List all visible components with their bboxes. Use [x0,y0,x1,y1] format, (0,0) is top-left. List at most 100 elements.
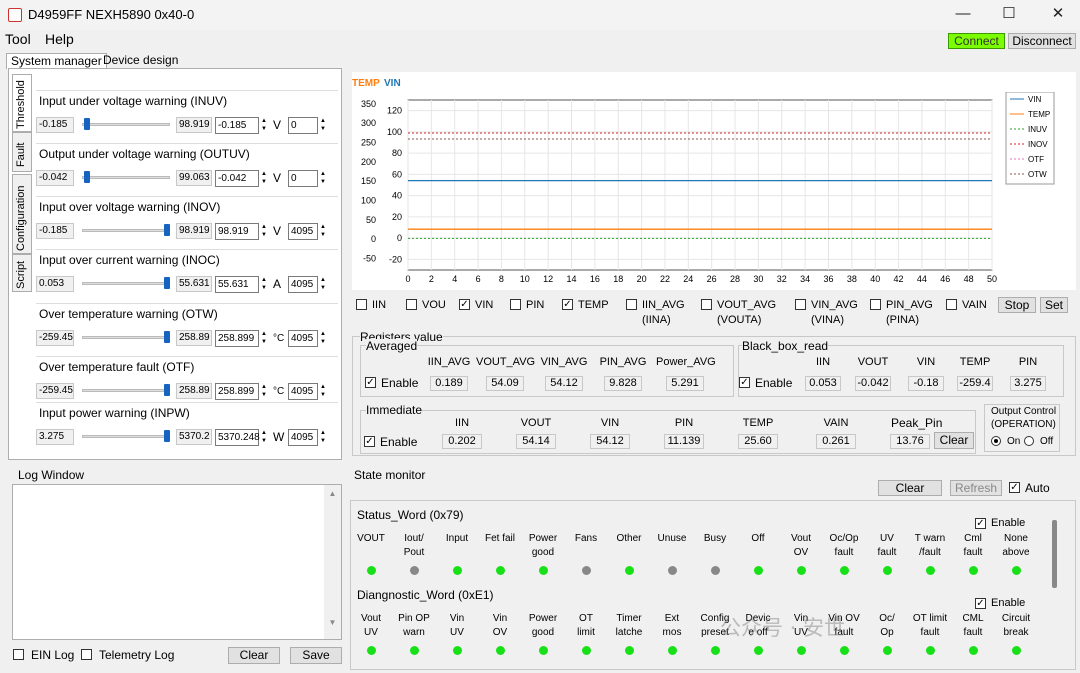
threshold-slider-thumb[interactable] [164,331,171,343]
threshold-raw-spinner[interactable]: ▲ ▼ [318,170,328,187]
vtab-threshold[interactable]: Threshold [12,74,32,132]
threshold-value-spinner[interactable]: ▲ ▼ [259,429,269,446]
auto-checkbox[interactable]: ✓ [1009,482,1020,493]
vtab-fault[interactable]: Fault [12,132,32,172]
chart-stop-button[interactable]: Stop [998,297,1036,313]
disconnect-button[interactable]: Disconnect [1008,33,1076,49]
immediate-value: 54.14 [516,434,556,449]
log-scrollbar[interactable]: ▲ ▼ [324,485,341,639]
close-button[interactable]: ✕ [1043,4,1073,26]
threshold-value-input[interactable]: 258.899 [215,383,259,400]
threshold-raw-input[interactable]: 4095 [288,223,318,240]
threshold-slider-track[interactable] [82,123,170,126]
tab-system-manager[interactable]: System manager [6,53,107,69]
threshold-raw-spinner[interactable]: ▲ ▼ [318,117,328,134]
state-refresh-button[interactable]: Refresh [950,480,1002,496]
threshold-raw-input[interactable]: 4095 [288,330,318,347]
chart-checkbox[interactable] [701,299,712,310]
threshold-slider-thumb[interactable] [164,277,171,289]
threshold-raw-spinner[interactable]: ▲ ▼ [318,429,328,446]
chart-checkbox[interactable] [795,299,806,310]
diag-enable-checkbox[interactable]: ✓ [975,598,986,609]
threshold-value-spinner[interactable]: ▲ ▼ [259,170,269,187]
threshold-slider-track[interactable] [82,435,170,438]
threshold-slider-thumb[interactable] [83,171,90,183]
chart-checkbox[interactable] [406,299,417,310]
threshold-raw-input[interactable]: 0 [288,170,318,187]
threshold-slider-thumb[interactable] [164,224,171,236]
tab-device-design[interactable]: Device design [99,53,182,69]
vtab-configuration[interactable]: Configuration [12,174,32,254]
telemetry-log-checkbox[interactable] [81,649,92,660]
threshold-slider-track[interactable] [82,229,170,232]
output-off-radio[interactable] [1024,436,1034,446]
threshold-value-input[interactable]: 98.919 [215,223,259,240]
minimize-button[interactable]: — [948,4,978,26]
threshold-raw-spinner[interactable]: ▲ ▼ [318,383,328,400]
threshold-raw-input[interactable]: 4095 [288,383,318,400]
legend-label: OTF [1028,155,1044,164]
maximize-button[interactable]: ☐ [994,4,1024,26]
immediate-enable-checkbox[interactable]: ✓ [364,436,375,447]
vtab-script[interactable]: Script [12,254,32,292]
threshold-value-spinner[interactable]: ▲ ▼ [259,330,269,347]
threshold-raw-spinner[interactable]: ▲ ▼ [318,276,328,293]
threshold-value-input[interactable]: -0.042 [215,170,259,187]
chart-checkbox[interactable] [870,299,881,310]
ein-log-checkbox[interactable] [13,649,24,660]
state-clear-button[interactable]: Clear [878,480,942,496]
status-enable-checkbox[interactable]: ✓ [975,518,986,529]
menu-tool[interactable]: Tool [5,31,31,47]
threshold-slider-thumb[interactable] [164,430,171,442]
x-axis-tick: 50 [987,274,997,284]
threshold-value-spinner[interactable]: ▲ ▼ [259,117,269,134]
threshold-value-spinner[interactable]: ▲ ▼ [259,223,269,240]
status-bit-led [840,566,849,575]
chart-checkbox[interactable]: ✓ [459,299,470,310]
state-scrollbar[interactable] [1052,520,1057,588]
threshold-value-input[interactable]: 55.631 [215,276,259,293]
chart-checkbox-label: VIN_AVG (VINA) [811,299,858,326]
x-axis-tick: 4 [452,274,457,284]
threshold-slider-thumb[interactable] [83,118,90,130]
diag-bit-led [1012,646,1021,655]
log-clear-button[interactable]: Clear [228,647,280,664]
threshold-slider-track[interactable] [82,336,170,339]
menu-help[interactable]: Help [45,31,74,47]
threshold-value-input[interactable]: 5370.248 [215,429,260,446]
threshold-value-spinner[interactable]: ▲ ▼ [259,276,269,293]
chart-checkbox[interactable] [626,299,637,310]
status-enable-label: Enable [991,517,1026,529]
peak-clear-button[interactable]: Clear [934,432,974,449]
diag-bit-led [582,646,591,655]
threshold-raw-input[interactable]: 4095 [288,429,318,446]
chart-checkbox[interactable]: ✓ [562,299,573,310]
chart-checkbox[interactable] [510,299,521,310]
threshold-raw-input[interactable]: 4095 [288,276,318,293]
threshold-slider-track[interactable] [82,282,170,285]
threshold-value-spinner[interactable]: ▲ ▼ [259,383,269,400]
diag-bit-label: OT limit [577,613,595,638]
log-save-button[interactable]: Save [290,647,342,664]
immediate-header: TEMP [742,417,774,429]
threshold-value-input[interactable]: -0.185 [215,117,259,134]
threshold-slider-track[interactable] [82,176,170,179]
threshold-slider-thumb[interactable] [164,384,171,396]
chart-right-axis-label: VIN [384,78,401,89]
threshold-raw-input[interactable]: 0 [288,117,318,134]
threshold-value-input[interactable]: 258.899 [215,330,259,347]
status-bit-label: None above [1002,533,1030,558]
threshold-max-value: 98.919 [176,117,212,133]
blackbox-enable-checkbox[interactable]: ✓ [739,377,750,388]
chart-set-button[interactable]: Set [1040,297,1068,313]
connect-button[interactable]: Connect [948,33,1005,49]
chart-checkbox[interactable] [356,299,367,310]
chart-checkbox[interactable] [946,299,957,310]
threshold-raw-spinner[interactable]: ▲ ▼ [318,223,328,240]
threshold-raw-spinner[interactable]: ▲ ▼ [318,330,328,347]
threshold-slider-track[interactable] [82,389,170,392]
log-textarea[interactable]: ▲ ▼ [12,484,342,640]
output-on-radio[interactable] [991,436,1001,446]
x-axis-tick: 2 [429,274,434,284]
averaged-enable-checkbox[interactable]: ✓ [365,377,376,388]
